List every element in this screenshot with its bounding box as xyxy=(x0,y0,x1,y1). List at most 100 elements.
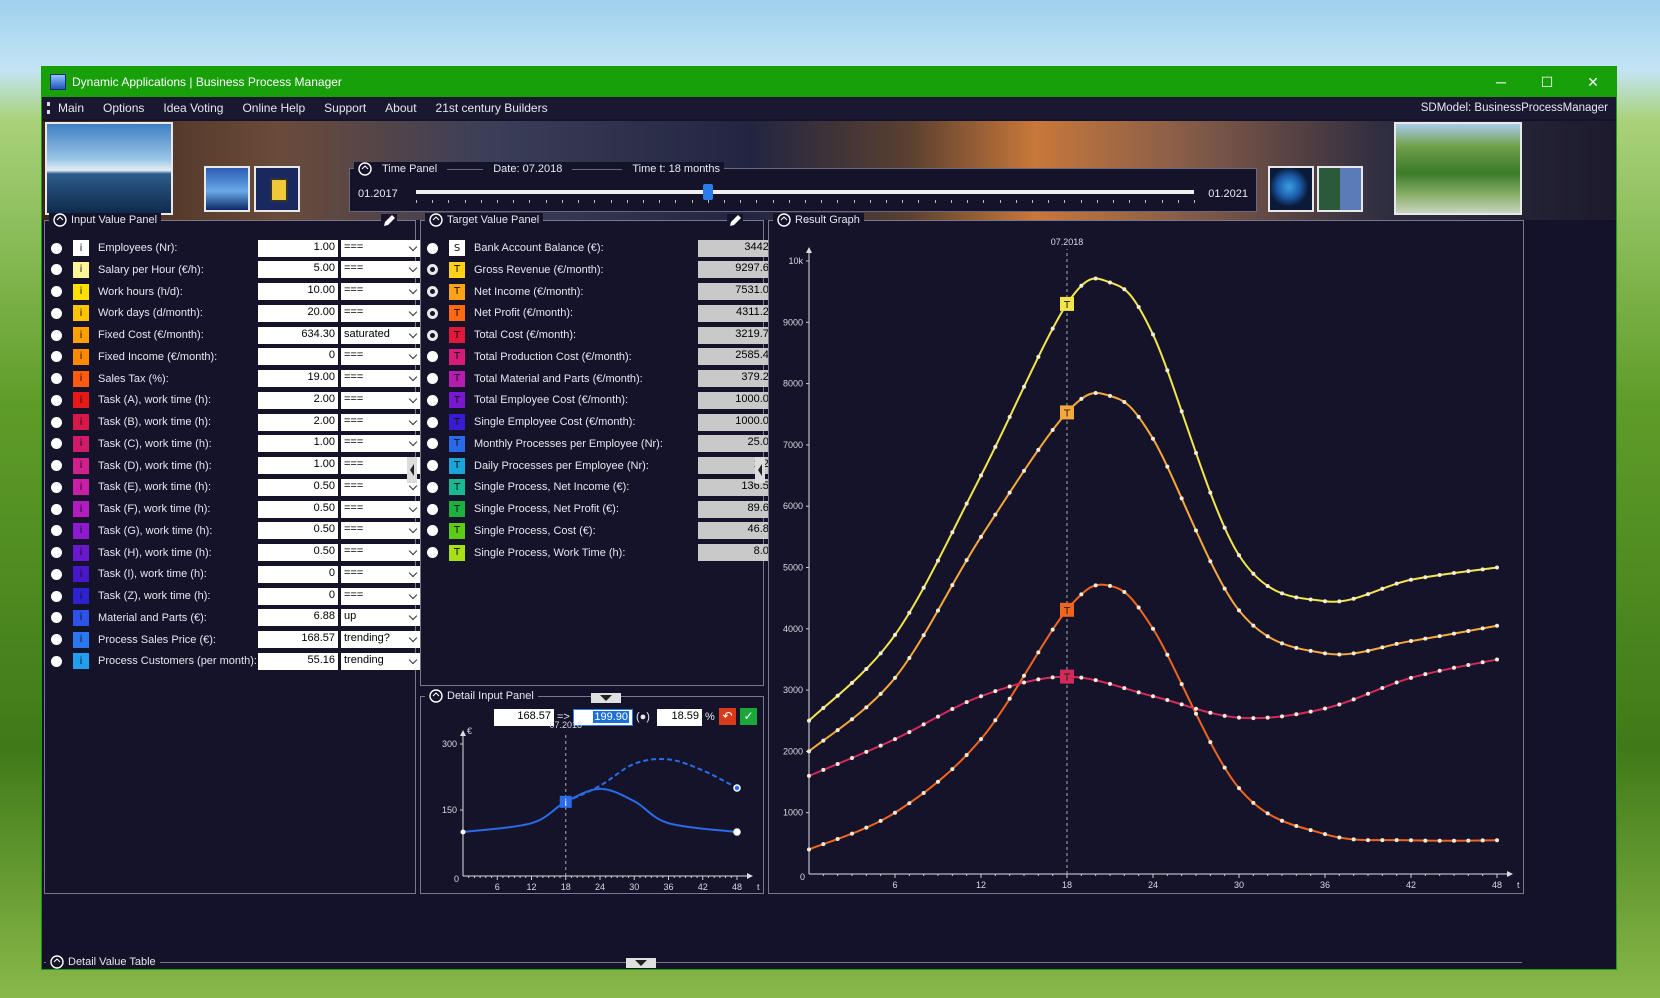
target-row-radio[interactable] xyxy=(427,351,438,363)
target-row-radio[interactable] xyxy=(427,438,438,450)
detail-table-toggle-icon[interactable] xyxy=(50,955,64,969)
menu-options[interactable]: Options xyxy=(103,101,144,115)
input-row-mode-select[interactable]: === xyxy=(341,413,421,431)
input-row-mode-select[interactable]: === xyxy=(341,261,421,279)
close-button[interactable]: ✕ xyxy=(1570,67,1616,97)
input-row-radio[interactable] xyxy=(51,655,62,667)
input-row-mode-select[interactable]: === xyxy=(341,283,421,300)
input-row-mode-select[interactable]: === xyxy=(341,391,421,409)
target-panel-edit-icon[interactable] xyxy=(727,214,743,228)
input-row-radio[interactable] xyxy=(51,590,62,602)
input-row-mode-select[interactable]: === xyxy=(341,587,421,605)
input-row-radio[interactable] xyxy=(51,525,62,537)
target-row-radio[interactable] xyxy=(427,242,438,254)
input-row-mode-select[interactable]: === xyxy=(341,304,421,322)
collage-button[interactable] xyxy=(1317,166,1363,212)
input-row-value[interactable]: 1.00 xyxy=(258,239,338,257)
input-row-value[interactable]: 20.00 xyxy=(258,304,338,322)
target-row-radio[interactable] xyxy=(427,307,438,319)
input-row-radio[interactable] xyxy=(51,329,62,341)
target-row-radio[interactable] xyxy=(427,416,438,428)
target-row-radio[interactable] xyxy=(427,394,438,406)
time-slider-thumb[interactable] xyxy=(702,184,713,200)
input-row-radio[interactable] xyxy=(51,634,62,645)
input-row-value[interactable]: 2.00 xyxy=(258,391,338,409)
menu-support[interactable]: Support xyxy=(324,101,366,115)
target-panel-toggle-icon[interactable] xyxy=(429,213,443,227)
target-row-radio[interactable] xyxy=(427,481,438,493)
time-panel-toggle-icon[interactable] xyxy=(358,162,372,176)
input-row-radio[interactable] xyxy=(51,416,62,428)
input-row-mode-select[interactable]: trending xyxy=(341,652,421,670)
target-row-radio[interactable] xyxy=(427,460,438,471)
input-row-value[interactable]: 1.00 xyxy=(258,457,338,474)
target-row-radio[interactable] xyxy=(427,373,438,384)
input-row-value[interactable]: 0.50 xyxy=(258,478,338,496)
target-row-radio[interactable] xyxy=(427,329,438,341)
input-row-radio[interactable] xyxy=(51,503,62,515)
menu-21st-century-builders[interactable]: 21st century Builders xyxy=(436,101,548,115)
ocean-thumbnail-button[interactable] xyxy=(204,166,250,212)
menu-idea-voting[interactable]: Idea Voting xyxy=(163,101,223,115)
input-row-value[interactable]: 1.00 xyxy=(258,435,338,453)
input-row-mode-select[interactable]: === xyxy=(341,435,421,453)
input-row-radio[interactable] xyxy=(51,242,62,254)
door-thumbnail-button[interactable] xyxy=(254,166,300,212)
target-row-radio[interactable] xyxy=(427,264,438,276)
input-row-value[interactable]: 10.00 xyxy=(258,283,338,300)
input-row-radio[interactable] xyxy=(51,568,62,580)
target-row-radio[interactable] xyxy=(427,547,438,558)
input-row-value[interactable]: 2.00 xyxy=(258,413,338,431)
input-row-value[interactable]: 0 xyxy=(258,587,338,605)
input-row-value[interactable]: 55.16 xyxy=(258,652,338,670)
input-row-radio[interactable] xyxy=(51,438,62,450)
minimize-button[interactable]: ─ xyxy=(1478,67,1524,97)
target-row-radio[interactable] xyxy=(427,286,438,297)
time-slider[interactable] xyxy=(416,184,1194,200)
detail-input-chart[interactable]: €6 12 18 24 30 36 42 48 0 t 300 150 07.2018 i xyxy=(421,697,765,895)
result-graph-chart[interactable]: 6 12 18 24 30 36 42 48 0 t 10k 9000 8000 7000 6000 5000… xyxy=(769,221,1525,895)
input-row-radio[interactable] xyxy=(51,612,62,624)
input-row-radio[interactable] xyxy=(51,394,62,406)
menu-main[interactable]: Main xyxy=(58,101,84,115)
input-row-mode-select[interactable]: === xyxy=(341,370,421,387)
input-row-value[interactable]: 0 xyxy=(258,348,338,366)
input-row-mode-select[interactable]: === xyxy=(341,522,421,540)
input-row-radio[interactable] xyxy=(51,307,62,319)
input-row-value[interactable]: 19.00 xyxy=(258,370,338,387)
target-panel-collapse-icon[interactable] xyxy=(755,457,765,483)
input-row-radio[interactable] xyxy=(51,547,62,558)
input-row-value[interactable]: 168.57 xyxy=(258,631,338,648)
input-row-mode-select[interactable]: === xyxy=(341,348,421,366)
input-row-radio[interactable] xyxy=(51,351,62,363)
input-row-value[interactable]: 0.50 xyxy=(258,500,338,518)
menu-about[interactable]: About xyxy=(385,101,416,115)
input-row-radio[interactable] xyxy=(51,264,62,276)
input-panel-collapse-icon[interactable] xyxy=(407,457,417,483)
input-row-mode-select[interactable]: saturated xyxy=(341,326,421,344)
input-row-mode-select[interactable]: === xyxy=(341,239,421,257)
globe-button[interactable] xyxy=(1268,166,1314,212)
input-row-mode-select[interactable]: === xyxy=(341,565,421,583)
input-row-value[interactable]: 5.00 xyxy=(258,261,338,279)
detail-table-dropdown-icon[interactable] xyxy=(626,958,656,968)
input-panel-edit-icon[interactable] xyxy=(381,214,397,228)
menu-online-help[interactable]: Online Help xyxy=(242,101,305,115)
input-panel-toggle-icon[interactable] xyxy=(53,213,67,227)
input-row-value[interactable]: 0.50 xyxy=(258,544,338,561)
input-row-radio[interactable] xyxy=(51,373,62,384)
maximize-button[interactable]: ☐ xyxy=(1524,67,1570,97)
input-row-value[interactable]: 634.30 xyxy=(258,326,338,344)
target-row-radio[interactable] xyxy=(427,525,438,537)
input-row-mode-select[interactable]: up xyxy=(341,609,421,627)
input-row-value[interactable]: 6.88 xyxy=(258,609,338,627)
input-row-radio[interactable] xyxy=(51,481,62,493)
input-row-mode-select[interactable]: === xyxy=(341,544,421,561)
input-row-value[interactable]: 0 xyxy=(258,565,338,583)
input-row-radio[interactable] xyxy=(51,460,62,471)
input-row-mode-select[interactable]: === xyxy=(341,500,421,518)
target-row-radio[interactable] xyxy=(427,503,438,515)
input-row-radio[interactable] xyxy=(51,286,62,297)
input-row-mode-select[interactable]: trending? xyxy=(341,631,421,648)
input-row-value[interactable]: 0.50 xyxy=(258,522,338,540)
